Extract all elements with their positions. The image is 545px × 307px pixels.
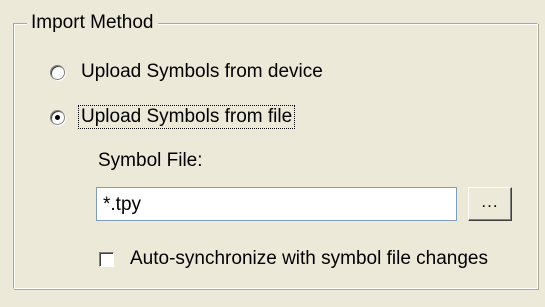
radio-upload-from-file[interactable]: Upload Symbols from file [50, 104, 296, 130]
symbol-file-label: Symbol File: [98, 150, 203, 171]
radio-upload-from-device[interactable]: Upload Symbols from device [50, 59, 325, 85]
radio-upload-from-device-label[interactable]: Upload Symbols from device [79, 61, 325, 83]
auto-synchronize-checkbox[interactable] [99, 251, 114, 267]
auto-synchronize-checkbox-row[interactable]: Auto-synchronize with symbol file change… [99, 246, 488, 272]
radio-upload-from-file-label[interactable]: Upload Symbols from file [77, 105, 296, 129]
symbol-file-input[interactable]: *.tpy [96, 187, 457, 221]
radio-button-selected-icon[interactable] [50, 109, 65, 125]
radio-button-icon[interactable] [50, 64, 65, 80]
auto-synchronize-label[interactable]: Auto-synchronize with symbol file change… [130, 248, 488, 270]
import-method-title: Import Method [27, 12, 158, 34]
browse-button[interactable]: ... [468, 187, 512, 221]
